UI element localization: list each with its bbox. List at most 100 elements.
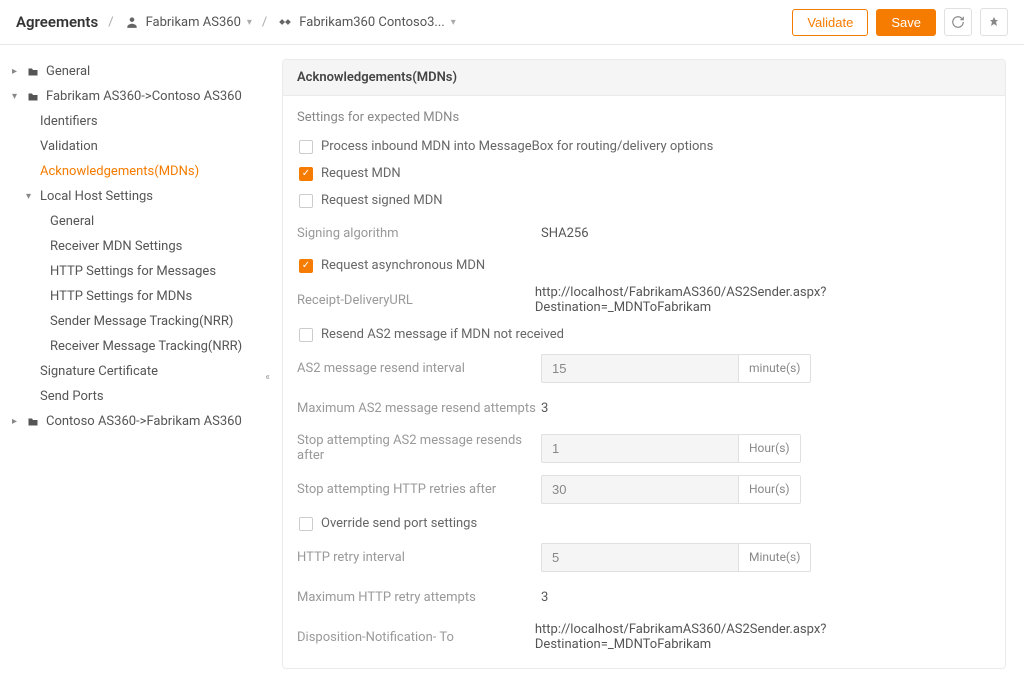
breadcrumb-agreement[interactable]: Fabrikam360 Contoso3... ▾ xyxy=(277,15,455,30)
value-receipt-url: http://localhost/FabrikamAS360/AS2Sender… xyxy=(535,285,991,315)
sidebar-item-1[interactable]: ▾Fabrikam AS360->Contoso AS360 xyxy=(8,84,256,109)
body: « ▸ General ▾Fabrikam AS360->Contoso AS360… xyxy=(0,45,1024,699)
save-button[interactable]: Save xyxy=(876,9,936,36)
refresh-icon xyxy=(951,15,965,29)
input-stop-as2[interactable]: Hour(s) xyxy=(541,434,769,463)
stop-as2-field[interactable] xyxy=(541,434,738,463)
http-retry-field[interactable] xyxy=(541,543,738,572)
value-max-resend: 3 xyxy=(541,401,548,416)
sidebar-item-label: Receiver Message Tracking(NRR) xyxy=(50,339,242,354)
validate-button[interactable]: Validate xyxy=(792,9,868,36)
sidebar-item-13[interactable]: Send Ports xyxy=(8,384,256,409)
caret-right-icon: ▸ xyxy=(12,66,24,77)
cb-row-request-mdn[interactable]: ✓ Request MDN xyxy=(297,166,991,181)
sidebar-item-14[interactable]: ▸Contoso AS360->Fabrikam AS360 xyxy=(8,409,256,434)
row-sign-alg: Signing algorithm SHA256 xyxy=(297,220,991,246)
label-max-http: Maximum HTTP retry attempts xyxy=(297,590,541,605)
cb-row-process[interactable]: Process inbound MDN into MessageBox for … xyxy=(297,139,991,154)
row-stop-http: Stop attempting HTTP retries after Hour(… xyxy=(297,475,991,504)
checkbox-request-async[interactable]: ✓ xyxy=(299,259,313,273)
section-subtitle: Settings for expected MDNs xyxy=(297,110,991,125)
folder-icon xyxy=(26,91,40,103)
checkbox-resend[interactable] xyxy=(299,328,313,342)
label-disp-to: Disposition-Notification- To xyxy=(297,630,535,645)
sidebar-item-label: Sender Message Tracking(NRR) xyxy=(50,314,233,329)
label-http-retry: HTTP retry interval xyxy=(297,550,541,565)
caret-right-icon: ▸ xyxy=(12,416,24,427)
ack-panel: Acknowledgements(MDNs) Settings for expe… xyxy=(282,59,1006,669)
unit-minutes: minute(s) xyxy=(738,354,811,383)
checkbox-resend-label: Resend AS2 message if MDN not received xyxy=(321,327,564,342)
caret-down-icon: ▾ xyxy=(12,91,24,102)
breadcrumb-separator: / xyxy=(108,15,113,30)
cb-row-override[interactable]: Override send port settings xyxy=(297,516,991,531)
checkbox-request-async-label: Request asynchronous MDN xyxy=(321,258,485,273)
pin-button[interactable] xyxy=(980,8,1008,36)
checkbox-request-mdn-label: Request MDN xyxy=(321,166,401,181)
header: Agreements / Fabrikam AS360 ▾ / Fabrikam… xyxy=(0,0,1024,45)
checkbox-request-signed[interactable] xyxy=(299,194,313,208)
sidebar-item-10[interactable]: Sender Message Tracking(NRR) xyxy=(8,309,256,334)
label-stop-http: Stop attempting HTTP retries after xyxy=(297,482,541,497)
sidebar-item-0[interactable]: ▸ General xyxy=(8,59,256,84)
input-resend-interval[interactable]: minute(s) xyxy=(541,354,769,383)
value-sign-alg: SHA256 xyxy=(541,226,589,241)
breadcrumb: Agreements / Fabrikam AS360 ▾ / Fabrikam… xyxy=(16,13,792,31)
row-stop-as2: Stop attempting AS2 message resends afte… xyxy=(297,433,991,463)
sidebar-item-label: Signature Certificate xyxy=(40,364,158,379)
cb-row-request-signed[interactable]: Request signed MDN xyxy=(297,193,991,208)
panel-title: Acknowledgements(MDNs) xyxy=(283,60,1005,96)
sidebar-item-label: General xyxy=(46,64,90,79)
sidebar-item-11[interactable]: Receiver Message Tracking(NRR) xyxy=(8,334,256,359)
resend-interval-field[interactable] xyxy=(541,354,738,383)
cb-row-resend[interactable]: Resend AS2 message if MDN not received xyxy=(297,327,991,342)
sidebar-item-3[interactable]: Validation xyxy=(8,134,256,159)
sidebar-item-12[interactable]: Signature Certificate xyxy=(8,359,256,384)
page-title: Agreements xyxy=(16,13,98,31)
input-http-retry[interactable]: Minute(s) xyxy=(541,543,769,572)
folder-icon xyxy=(26,416,40,428)
sidebar-item-label: Local Host Settings xyxy=(40,189,153,204)
checkbox-request-mdn[interactable]: ✓ xyxy=(299,167,313,181)
stop-http-field[interactable] xyxy=(541,475,738,504)
sidebar-item-label: Identifiers xyxy=(40,114,98,129)
unit-hours: Hour(s) xyxy=(738,434,801,463)
label-max-resend: Maximum AS2 message resend attempts xyxy=(297,401,541,416)
sidebar-item-6[interactable]: General xyxy=(8,209,256,234)
sidebar-item-label: General xyxy=(50,214,94,229)
chevron-down-icon: ▾ xyxy=(451,17,456,28)
sidebar-item-7[interactable]: Receiver MDN Settings xyxy=(8,234,256,259)
label-sign-alg: Signing algorithm xyxy=(297,226,541,241)
row-receipt-url: Receipt-DeliveryURL http://localhost/Fab… xyxy=(297,285,991,315)
breadcrumb-separator: / xyxy=(262,15,267,30)
row-resend-interval: AS2 message resend interval minute(s) xyxy=(297,354,991,383)
pin-icon xyxy=(988,15,1000,29)
handshake-icon xyxy=(277,15,293,29)
checkbox-override[interactable] xyxy=(299,517,313,531)
cb-row-request-async[interactable]: ✓ Request asynchronous MDN xyxy=(297,258,991,273)
checkbox-override-label: Override send port settings xyxy=(321,516,477,531)
checkbox-process[interactable] xyxy=(299,140,313,154)
value-disp-to: http://localhost/FabrikamAS360/AS2Sender… xyxy=(535,622,991,652)
sidebar-item-5[interactable]: ▾Local Host Settings xyxy=(8,184,256,209)
value-max-http: 3 xyxy=(541,590,548,605)
sidebar-item-4[interactable]: Acknowledgements(MDNs) xyxy=(8,159,256,184)
panel-body: Settings for expected MDNs Process inbou… xyxy=(283,96,1005,668)
sidebar-item-9[interactable]: HTTP Settings for MDNs xyxy=(8,284,256,309)
sidebar-item-8[interactable]: HTTP Settings for Messages xyxy=(8,259,256,284)
collapse-handle[interactable]: « xyxy=(265,372,270,383)
chevron-down-icon: ▾ xyxy=(247,17,252,28)
refresh-button[interactable] xyxy=(944,8,972,36)
folder-icon xyxy=(26,66,40,78)
sidebar: « ▸General▾Fabrikam AS360->Contoso AS360… xyxy=(0,45,264,699)
unit-hours2: Hour(s) xyxy=(738,475,801,504)
sidebar-item-label: HTTP Settings for Messages xyxy=(50,264,216,279)
breadcrumb-agreement-label: Fabrikam360 Contoso3... xyxy=(299,15,444,30)
breadcrumb-partner[interactable]: Fabrikam AS360 ▾ xyxy=(124,15,252,30)
label-resend-interval: AS2 message resend interval xyxy=(297,361,541,376)
sidebar-item-2[interactable]: Identifiers xyxy=(8,109,256,134)
row-disp-to: Disposition-Notification- To http://loca… xyxy=(297,622,991,652)
row-http-retry: HTTP retry interval Minute(s) xyxy=(297,543,991,572)
main: Acknowledgements(MDNs) Settings for expe… xyxy=(264,45,1024,699)
input-stop-http[interactable]: Hour(s) xyxy=(541,475,769,504)
